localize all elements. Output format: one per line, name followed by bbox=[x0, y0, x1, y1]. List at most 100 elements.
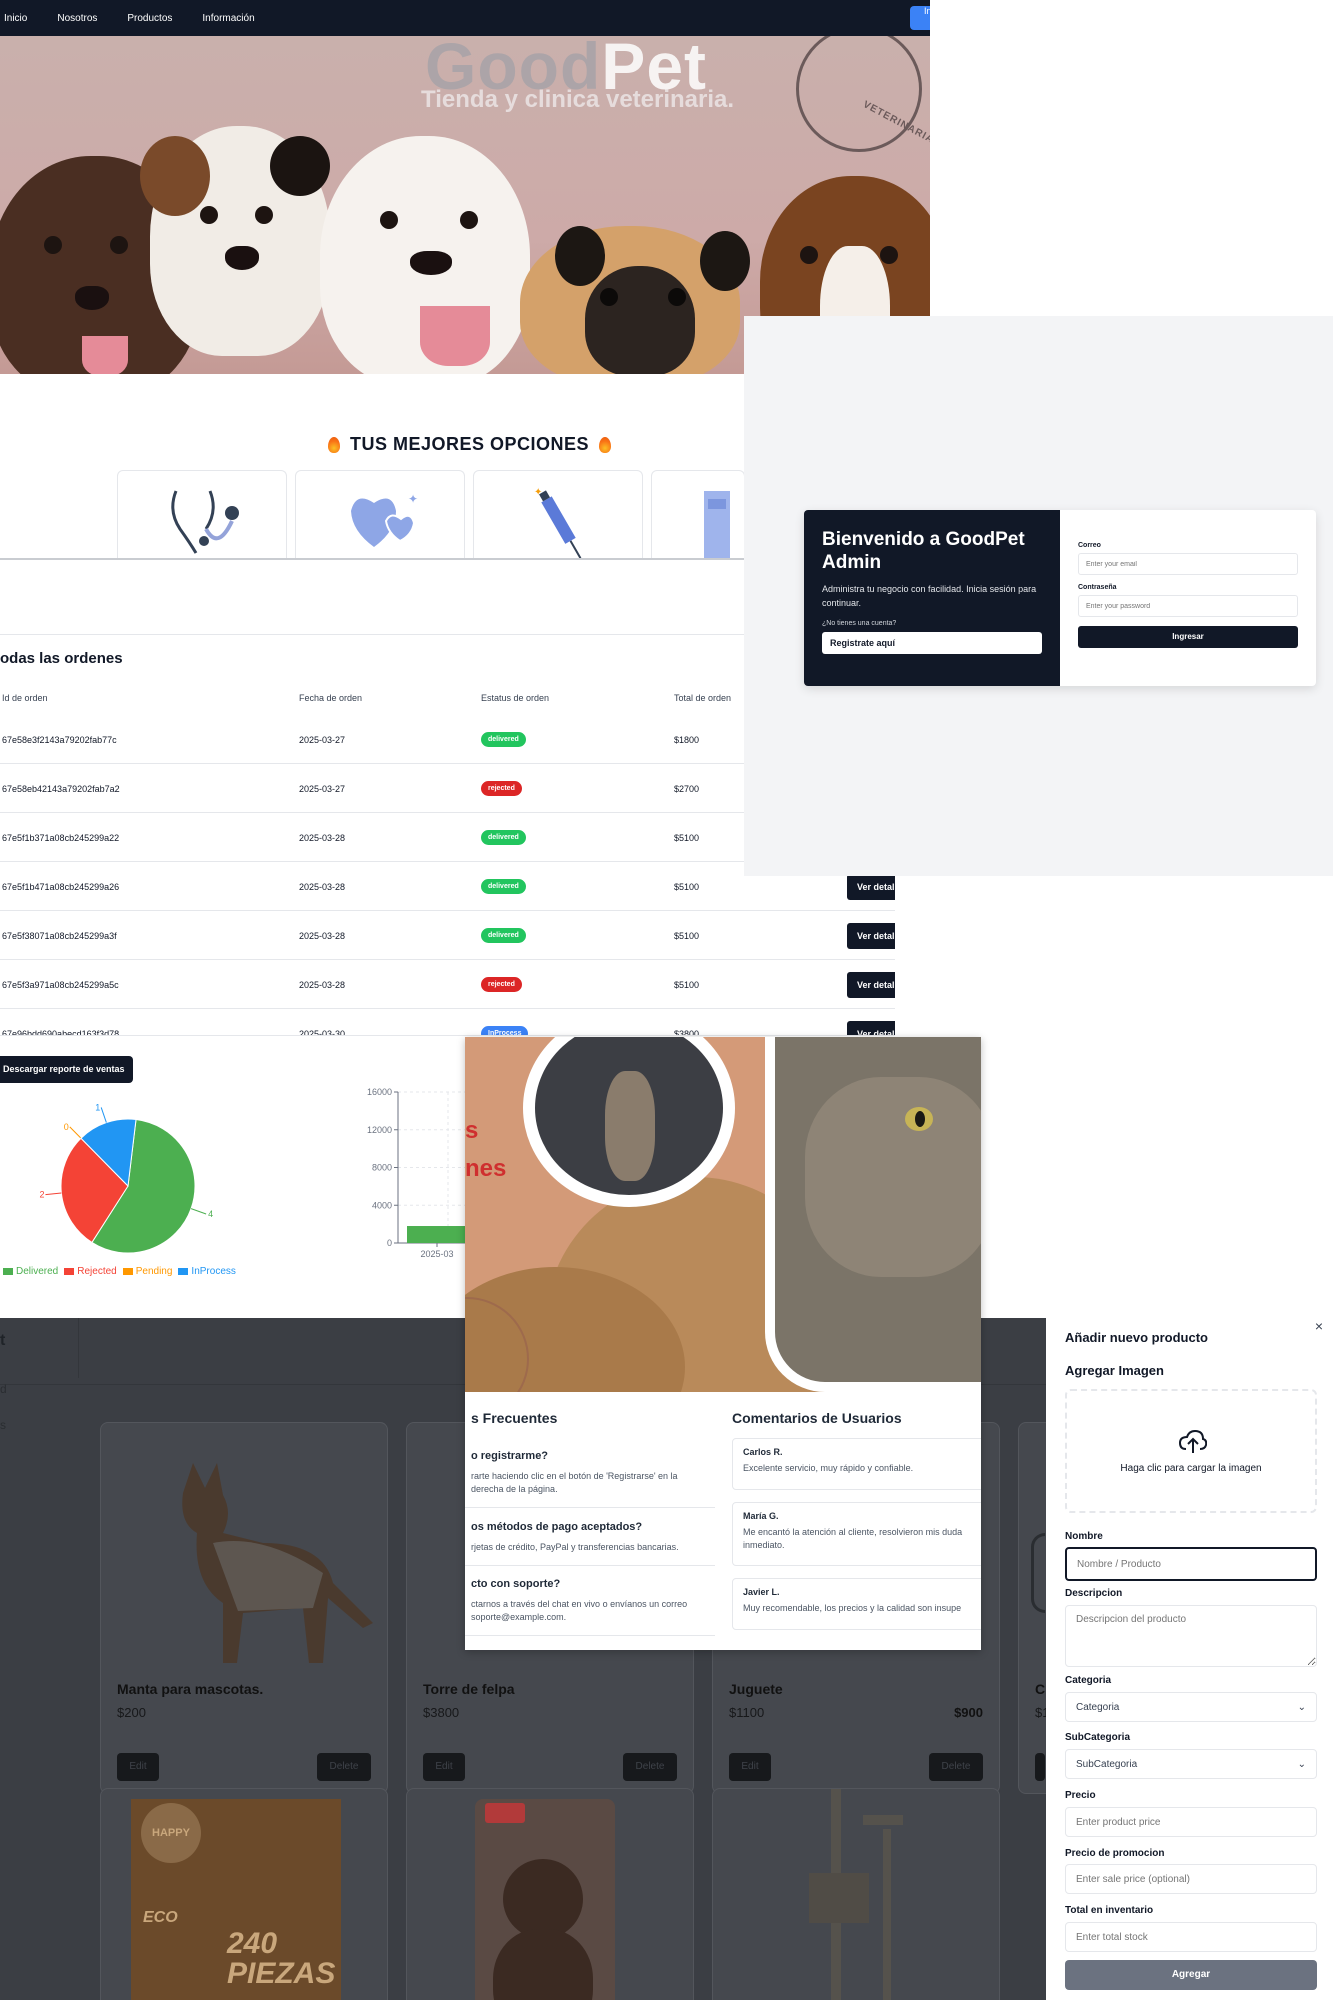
table-row: 67e96bdd690abecd163f3d78 2025-03-30 InProc… bbox=[0, 1009, 895, 1036]
product-card: HAPPY ECO 240 PIEZAS bbox=[100, 1788, 388, 2000]
image-upload-dropzone[interactable]: Haga clic para cargar la imagen bbox=[1065, 1389, 1317, 1513]
legend-item-inprocess: InProcess bbox=[178, 1266, 236, 1277]
table-row: 67e5f38071a08cb245299a3f 2025-03-28 delive… bbox=[0, 911, 895, 960]
status-badge: rejected bbox=[481, 977, 522, 992]
description-textarea[interactable] bbox=[1065, 1605, 1317, 1667]
pie-data-label: 1 bbox=[95, 1102, 100, 1112]
faq-question[interactable]: os métodos de pago aceptados? bbox=[471, 1521, 711, 1533]
faq-question[interactable]: o registrarme? bbox=[471, 1450, 711, 1462]
col-header-id: Id de orden bbox=[2, 693, 48, 703]
delete-button[interactable]: Delete bbox=[317, 1753, 371, 1781]
nav-login-button[interactable]: In bbox=[910, 6, 930, 30]
product-name: Torre de felpa bbox=[423, 1681, 515, 1697]
nav-nosotros[interactable]: Nosotros bbox=[57, 13, 97, 24]
legend-label: Delivered bbox=[16, 1266, 59, 1277]
email-field[interactable] bbox=[1078, 553, 1298, 575]
vet-seal-logo: VETERINARIA bbox=[796, 36, 930, 152]
edit-button[interactable]: Edit bbox=[729, 1753, 771, 1781]
pie-leader-line bbox=[69, 1126, 82, 1139]
edit-button[interactable]: Edit bbox=[423, 1753, 465, 1781]
bear-head bbox=[503, 1859, 583, 1939]
nav-productos[interactable]: Productos bbox=[127, 13, 172, 24]
stethoscope-icon bbox=[171, 490, 239, 554]
divider bbox=[0, 634, 745, 635]
download-report-button[interactable]: Descargar reporte de ventas bbox=[0, 1056, 133, 1083]
dog-sweater-image bbox=[182, 1463, 373, 1663]
nav-informacion[interactable]: Información bbox=[202, 13, 254, 24]
delete-button[interactable]: Delete bbox=[623, 1753, 677, 1781]
option-card-vaccine[interactable]: ✦ bbox=[473, 470, 643, 558]
cats-banner: s nes bbox=[465, 1037, 981, 1392]
subcategory-label: SubCategoria bbox=[1065, 1732, 1131, 1743]
legend-label: Rejected bbox=[77, 1266, 117, 1277]
add-product-panel: × Añadir nuevo producto Agregar Imagen H… bbox=[1046, 1318, 1333, 2000]
nav-inicio[interactable]: Inicio bbox=[4, 13, 27, 24]
category-select[interactable]: Categoria ⌄ bbox=[1065, 1692, 1317, 1722]
col-header-total: Total de orden bbox=[674, 693, 732, 703]
delete-button[interactable]: Delete bbox=[929, 1753, 983, 1781]
stock-label: Total en inventario bbox=[1065, 1905, 1154, 1916]
status-badge: delivered bbox=[481, 928, 526, 943]
faq-title: s Frecuentes bbox=[471, 1410, 558, 1426]
order-total: $3800 bbox=[674, 1029, 700, 1036]
kong-logo bbox=[485, 1803, 525, 1823]
order-id: 67e5f1b371a08cb245299a22 bbox=[2, 833, 120, 843]
section-fragment: t bbox=[0, 1332, 6, 1349]
table-row: 67e5f3a971a08cb245299a5c 2025-03-28 reject… bbox=[0, 960, 895, 1009]
order-total: $5100 bbox=[674, 931, 700, 941]
orders-title: odas las ordenes bbox=[0, 650, 123, 667]
col-header-date: Fecha de orden bbox=[299, 693, 363, 703]
comment-text: Me encantó la atención al cliente, resol… bbox=[743, 1527, 963, 1550]
col-header-status: Estatus de orden bbox=[481, 693, 550, 703]
divider bbox=[465, 1507, 715, 1508]
bar-y-tick-label: 12000 bbox=[367, 1125, 392, 1135]
divider bbox=[465, 1635, 715, 1636]
promo-price-input[interactable] bbox=[1065, 1864, 1317, 1894]
bar-2025-03 bbox=[407, 1226, 467, 1243]
kong-toy-image bbox=[475, 1799, 615, 2000]
register-button[interactable]: Registrate aquí bbox=[822, 632, 1042, 654]
login-submit-button[interactable]: Ingresar bbox=[1078, 626, 1298, 648]
password-field[interactable] bbox=[1078, 595, 1298, 617]
product-price: $200 bbox=[117, 1705, 146, 1720]
subcategory-select[interactable]: SubCategoria ⌄ bbox=[1065, 1749, 1317, 1779]
bear-body bbox=[493, 1929, 593, 2000]
view-details-button[interactable]: Ver detalles bbox=[847, 874, 895, 900]
price-input[interactable] bbox=[1065, 1807, 1317, 1837]
pie-leader-line bbox=[45, 1192, 62, 1196]
legend-item-delivered: Delivered bbox=[3, 1266, 58, 1277]
product-name-input[interactable] bbox=[1065, 1547, 1317, 1581]
stock-input[interactable] bbox=[1065, 1922, 1317, 1952]
edit-button[interactable] bbox=[1035, 1753, 1045, 1781]
product-name: Manta para mascotas. bbox=[117, 1681, 264, 1697]
view-details-button[interactable]: Ver detalles bbox=[847, 923, 895, 949]
product-price: $1100 bbox=[729, 1705, 765, 1720]
faq-question[interactable]: cto con soporte? bbox=[471, 1578, 711, 1590]
close-icon[interactable]: × bbox=[1315, 1318, 1323, 1334]
sidebar-fragment: d bbox=[0, 1382, 7, 1396]
bar-y-tick-label: 4000 bbox=[372, 1200, 392, 1210]
order-date: 2025-03-28 bbox=[299, 980, 346, 990]
legend-swatch bbox=[178, 1268, 189, 1275]
eco-label: ECO bbox=[143, 1909, 178, 1926]
eco-bags-image: HAPPY ECO 240 PIEZAS bbox=[131, 1799, 341, 2000]
view-details-button[interactable]: Ver detalles bbox=[847, 1021, 895, 1035]
form-title: Añadir nuevo producto bbox=[1065, 1330, 1208, 1345]
order-date: 2025-03-27 bbox=[299, 735, 346, 745]
option-card-vet[interactable] bbox=[117, 470, 287, 558]
comment-text: Excelente servicio, muy rápido y confiab… bbox=[743, 1463, 914, 1473]
status-badge: InProcess bbox=[481, 1026, 529, 1035]
product-card bbox=[712, 1788, 1000, 2000]
pie-leader-line bbox=[100, 1107, 107, 1123]
order-total: $2700 bbox=[674, 784, 700, 794]
login-page: Bienvenido a GoodPet Admin Administra tu… bbox=[744, 316, 1333, 876]
login-title: Bienvenido a GoodPet Admin bbox=[822, 529, 1025, 573]
order-total: $5100 bbox=[674, 833, 700, 843]
option-card-more[interactable] bbox=[651, 470, 745, 558]
edit-button[interactable]: Edit bbox=[117, 1753, 159, 1781]
login-form: Correo Contraseña Ingresar bbox=[1060, 510, 1316, 686]
option-card-care[interactable]: ✦ bbox=[295, 470, 465, 558]
add-product-button[interactable]: Agregar bbox=[1065, 1960, 1317, 1990]
legend-swatch bbox=[122, 1268, 133, 1275]
view-details-button[interactable]: Ver detalles bbox=[847, 972, 895, 998]
